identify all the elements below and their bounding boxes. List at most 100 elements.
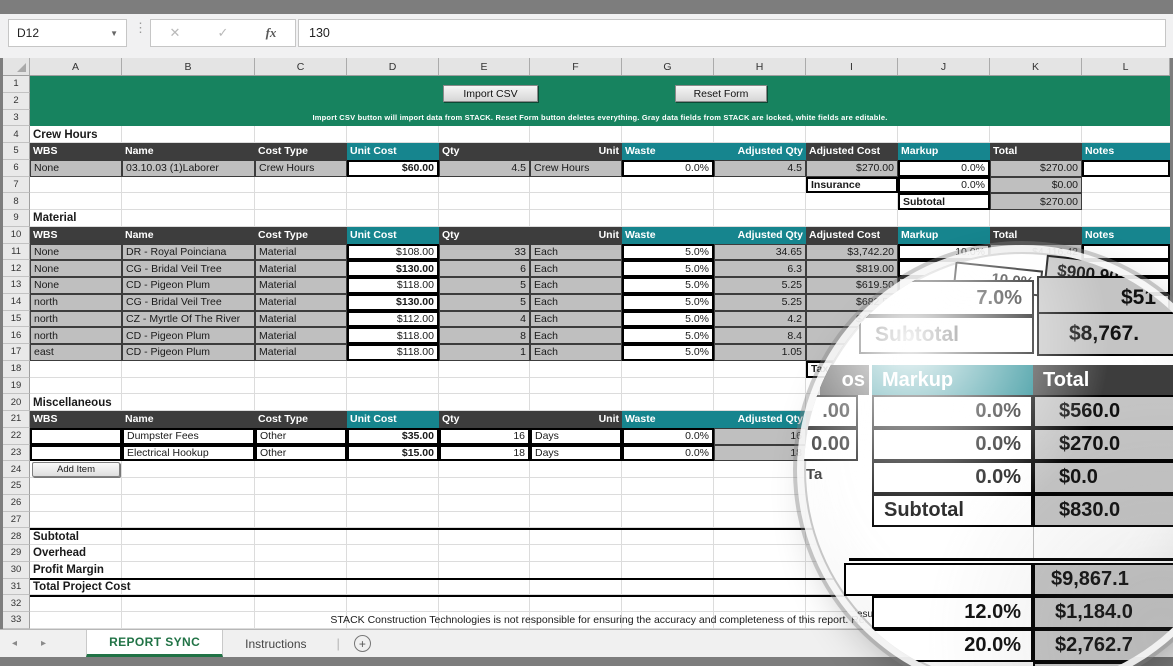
col-header-A[interactable]: A — [30, 58, 122, 75]
cell-A12[interactable]: None — [30, 260, 122, 277]
cell-G17[interactable]: 5.0% — [622, 344, 714, 361]
cell-D10[interactable]: Unit Cost — [347, 227, 439, 244]
cell-E22[interactable]: 16 — [439, 428, 530, 445]
cell-D11[interactable]: $108.00 — [347, 244, 439, 261]
cell-A5[interactable]: WBS — [30, 143, 122, 160]
row-header-16[interactable]: 16 — [3, 327, 30, 344]
row-header-27[interactable]: 27 — [3, 512, 30, 529]
cell-D16[interactable]: $118.00 — [347, 327, 439, 344]
cell-B14[interactable]: CG - Bridal Veil Tree — [122, 294, 255, 311]
cell-F14[interactable]: Each — [530, 294, 622, 311]
cell-F16[interactable]: Each — [530, 327, 622, 344]
cell-C14[interactable]: Material — [255, 294, 347, 311]
cell-C12[interactable]: Material — [255, 260, 347, 277]
row-header-1[interactable]: 1 — [3, 76, 30, 93]
cell-F21[interactable]: Unit — [530, 411, 622, 428]
cell-D23[interactable]: $15.00 — [347, 445, 439, 462]
cell-E13[interactable]: 5 — [439, 277, 530, 294]
row-header-6[interactable]: 6 — [3, 160, 30, 177]
cell-K8[interactable]: $270.00 — [990, 193, 1082, 210]
cell-H21[interactable]: Adjusted Qty — [714, 411, 806, 428]
cell-E12[interactable]: 6 — [439, 260, 530, 277]
cell-E23[interactable]: 18 — [439, 445, 530, 462]
formula-input[interactable]: 130 — [298, 19, 1166, 47]
cell-H5[interactable]: Adjusted Qty — [714, 143, 806, 160]
cell-B13[interactable]: CD - Pigeon Plum — [122, 277, 255, 294]
cell-H10[interactable]: Adjusted Qty — [714, 227, 806, 244]
cell-F12[interactable]: Each — [530, 260, 622, 277]
cell-A11[interactable]: None — [30, 244, 122, 261]
cell-G5[interactable]: Waste — [622, 143, 714, 160]
cell-B21[interactable]: Name — [122, 411, 255, 428]
cell-E14[interactable]: 5 — [439, 294, 530, 311]
cell-B5[interactable]: Name — [122, 143, 255, 160]
cell-D13[interactable]: $118.00 — [347, 277, 439, 294]
cell-B6[interactable]: 03.10.03 (1)Laborer — [122, 160, 255, 177]
cell-D6[interactable]: $60.00 — [347, 160, 439, 177]
row-header-18[interactable]: 18 — [3, 361, 30, 378]
cell-C16[interactable]: Material — [255, 327, 347, 344]
col-header-J[interactable]: J — [898, 58, 990, 75]
col-header-I[interactable]: I — [806, 58, 898, 75]
cell-A20[interactable]: Miscellaneous — [30, 394, 255, 411]
cell-A14[interactable]: north — [30, 294, 122, 311]
cell-H17[interactable]: 1.05 — [714, 344, 806, 361]
cell-L10[interactable]: Notes — [1082, 227, 1170, 244]
row-header-9[interactable]: 9 — [3, 210, 30, 227]
tab-report-sync[interactable]: REPORT SYNC — [86, 630, 223, 657]
cell-D5[interactable]: Unit Cost — [347, 143, 439, 160]
cell-D14[interactable]: $130.00 — [347, 294, 439, 311]
row-header-7[interactable]: 7 — [3, 177, 30, 194]
cell-E21[interactable]: Qty — [439, 411, 530, 428]
cell-F17[interactable]: Each — [530, 344, 622, 361]
cell-I10[interactable]: Adjusted Cost — [806, 227, 898, 244]
cell-H14[interactable]: 5.25 — [714, 294, 806, 311]
cell-I6[interactable]: $270.00 — [806, 160, 898, 177]
cell-H6[interactable]: 4.5 — [714, 160, 806, 177]
cell-C23[interactable]: Other — [255, 445, 347, 462]
cell-B15[interactable]: CZ - Myrtle Of The River — [122, 311, 255, 328]
cell-A10[interactable]: WBS — [30, 227, 122, 244]
row-header-15[interactable]: 15 — [3, 311, 30, 328]
cell-B33[interactable]: STACK Construction Technologies is not r… — [122, 612, 898, 629]
cell-A28[interactable]: Subtotal — [30, 528, 255, 545]
cell-K5[interactable]: Total — [990, 143, 1082, 160]
cell-F13[interactable]: Each — [530, 277, 622, 294]
cell-A15[interactable]: north — [30, 311, 122, 328]
cell-C17[interactable]: Material — [255, 344, 347, 361]
col-header-K[interactable]: K — [990, 58, 1082, 75]
row-header-14[interactable]: 14 — [3, 294, 30, 311]
cell-A13[interactable]: None — [30, 277, 122, 294]
cell-B22[interactable]: Dumpster Fees — [122, 428, 255, 445]
cell-I12[interactable]: $819.00 — [806, 260, 898, 277]
row-header-17[interactable]: 17 — [3, 344, 30, 361]
row-header-33[interactable]: 33 — [3, 612, 30, 629]
row-header-4[interactable]: 4 — [3, 126, 30, 143]
col-header-E[interactable]: E — [439, 58, 530, 75]
row-header-11[interactable]: 11 — [3, 244, 30, 261]
tab-instructions[interactable]: Instructions — [223, 630, 328, 657]
cell-I11[interactable]: $3,742.20 — [806, 244, 898, 261]
cell-A9[interactable]: Material — [30, 210, 255, 227]
cell-G14[interactable]: 5.0% — [622, 294, 714, 311]
cell-L11[interactable] — [1082, 244, 1170, 261]
cell-H11[interactable]: 34.65 — [714, 244, 806, 261]
row-header-13[interactable]: 13 — [3, 277, 30, 294]
row-header-32[interactable]: 32 — [3, 595, 30, 612]
col-header-B[interactable]: B — [122, 58, 255, 75]
col-header-G[interactable]: G — [622, 58, 714, 75]
add-sheet-button[interactable]: + — [354, 630, 371, 657]
select-all-corner[interactable] — [3, 58, 30, 75]
cell-A17[interactable]: east — [30, 344, 122, 361]
col-header-L[interactable]: L — [1082, 58, 1170, 75]
cell-H13[interactable]: 5.25 — [714, 277, 806, 294]
cell-H23[interactable]: 18 — [714, 445, 806, 462]
cell-D12[interactable]: $130.00 — [347, 260, 439, 277]
cell-A4[interactable]: Crew Hours — [30, 126, 255, 143]
row-header-8[interactable]: 8 — [3, 193, 30, 210]
cell-L5[interactable]: Notes — [1082, 143, 1170, 160]
cell-F10[interactable]: Unit — [530, 227, 622, 244]
cell-C21[interactable]: Cost Type — [255, 411, 347, 428]
cell-F15[interactable]: Each — [530, 311, 622, 328]
cell-B16[interactable]: CD - Pigeon Plum — [122, 327, 255, 344]
